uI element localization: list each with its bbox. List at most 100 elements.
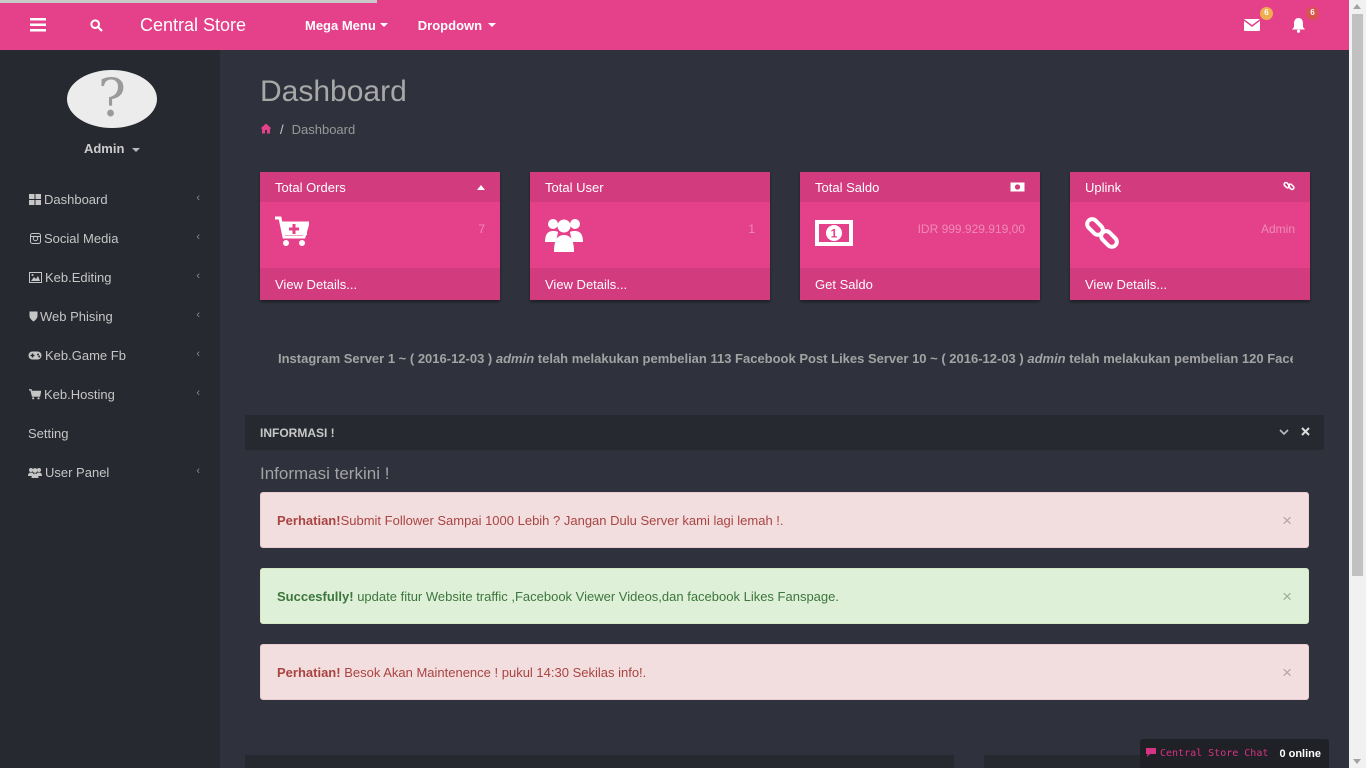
card-value: Admin	[1260, 222, 1295, 236]
user-dropdown[interactable]: Admin	[0, 141, 224, 156]
sidebar-toggle-button[interactable]	[9, 0, 67, 50]
scrollbar-thumb[interactable]	[1352, 14, 1363, 576]
mega-menu-dropdown[interactable]: Mega Menu	[305, 18, 388, 33]
envelope-icon	[1244, 19, 1260, 31]
get-saldo-link[interactable]: Get Saldo	[800, 268, 1040, 300]
sidebar-item-keb-editing[interactable]: Keb.Editing ‹	[0, 258, 220, 297]
sidebar-nav: Dashboard ‹ Social Media ‹ Keb.Editing ‹…	[0, 180, 220, 492]
chat-bubble-icon	[1146, 747, 1156, 760]
sidebar-item-label: Keb.Hosting	[44, 387, 115, 402]
card-value: IDR 999.929.919,00	[917, 222, 1025, 236]
card-value: 1	[748, 222, 755, 236]
cart-icon	[28, 389, 42, 400]
view-details-link[interactable]: View Details...	[530, 268, 770, 300]
sidebar-item-user-panel[interactable]: User Panel ‹	[0, 453, 220, 492]
scroll-down-arrow-icon[interactable]	[1353, 759, 1361, 764]
marquee-text: telah melakukan pembelian 113 Facebook P…	[534, 351, 1028, 366]
card-title: Uplink	[1085, 179, 1122, 195]
money-icon	[1010, 180, 1025, 195]
link-icon	[1283, 180, 1295, 195]
image-icon	[28, 272, 42, 283]
brand-title[interactable]: Central Store	[140, 15, 310, 36]
user-name: Admin	[83, 141, 125, 156]
notifications-badge: 6	[1306, 7, 1319, 20]
chain-link-icon	[1085, 216, 1119, 253]
cart-plus-icon	[275, 216, 310, 251]
avatar[interactable]: ?	[67, 70, 157, 128]
alert-close-button[interactable]: ×	[1282, 587, 1292, 607]
sidebar-item-social-media[interactable]: Social Media ‹	[0, 219, 220, 258]
collapse-chevron-icon[interactable]	[1279, 425, 1289, 439]
card-body: 1 IDR 999.929.919,00	[800, 202, 1040, 268]
close-panel-icon[interactable]	[1301, 425, 1310, 439]
sidebar-item-keb-hosting[interactable]: Keb.Hosting ‹	[0, 375, 220, 414]
marquee-user: admin	[495, 351, 535, 366]
alert-close-button[interactable]: ×	[1282, 663, 1292, 683]
card-title: Total Orders	[275, 179, 346, 195]
page-title: Dashboard	[260, 75, 407, 108]
search-button[interactable]	[67, 0, 125, 50]
users-icon	[545, 216, 583, 255]
caret-down-icon	[488, 23, 497, 27]
marquee-text: telah melakukan pembelian 120 Facebook	[1069, 351, 1293, 366]
dropdown-label: Dropdown	[417, 17, 483, 33]
info-subtitle: Informasi terkini !	[260, 464, 390, 483]
alert-message: Perhatian! Besok Akan Maintenence ! puku…	[277, 665, 646, 680]
sidebar-item-keb-game-fb[interactable]: Keb.Game Fb ‹	[0, 336, 220, 375]
messages-button[interactable]: 6	[1241, 7, 1273, 36]
breadcrumb: / Dashboard	[260, 122, 355, 137]
card-body: 1	[530, 202, 770, 268]
gamepad-icon	[28, 351, 42, 360]
caret-down-icon	[132, 147, 141, 152]
alert-text: Besok Akan Maintenence ! pukul 14:30 Sek…	[340, 664, 647, 680]
sidebar-item-label: User Panel	[45, 465, 110, 480]
total-user-card: Total User 1 View Details...	[530, 172, 770, 300]
alert-danger: Perhatian!Submit Follower Sampai 1000 Le…	[260, 492, 1309, 548]
card-header: Uplink	[1070, 172, 1310, 202]
sidebar-item-dashboard[interactable]: Dashboard ‹	[0, 180, 220, 219]
sidebar-item-label: Web Phising	[40, 309, 113, 324]
svg-text:1: 1	[831, 227, 838, 241]
home-icon[interactable]	[260, 122, 272, 137]
topbar-right: 6 6	[1241, 0, 1319, 50]
chat-widget[interactable]: Central Store Chat 0 online	[1140, 739, 1329, 768]
panel-tools	[1279, 425, 1310, 439]
mega-menu-label: Mega Menu	[305, 17, 376, 33]
hamburger-icon	[30, 18, 46, 32]
view-details-link[interactable]: View Details...	[260, 268, 500, 300]
chevron-left-icon: ‹	[196, 309, 200, 321]
stat-cards: Total Orders 7 View Details... Total Use…	[260, 172, 1310, 300]
sidebar-item-web-phising[interactable]: Web Phising ‹	[0, 297, 220, 336]
caret-down-icon	[379, 23, 388, 27]
sidebar-item-label: Keb.Game Fb	[45, 348, 126, 363]
page-loading-bar	[0, 0, 377, 3]
marquee-user: admin	[1027, 351, 1066, 366]
total-orders-card: Total Orders 7 View Details...	[260, 172, 500, 300]
chevron-left-icon: ‹	[196, 348, 200, 360]
alert-close-button[interactable]: ×	[1282, 511, 1292, 531]
chevron-left-icon: ‹	[196, 192, 200, 204]
card-body: 7	[260, 202, 500, 268]
alert-success: Succesfully! update fitur Website traffi…	[260, 568, 1309, 624]
alert-strong: Succesfully!	[277, 588, 354, 604]
info-panel-header: INFORMASI !	[245, 415, 1324, 450]
th-large-icon	[28, 194, 42, 205]
main-content: Dashboard / Dashboard Total Orders 7 Vie…	[220, 50, 1349, 768]
shield-icon	[28, 311, 38, 322]
caret-up-icon[interactable]	[477, 184, 485, 190]
dropdown-menu[interactable]: Dropdown	[417, 17, 497, 33]
chevron-left-icon: ‹	[196, 270, 200, 282]
sidebar: ? Admin Dashboard ‹ Social Media ‹ Keb.E…	[0, 50, 220, 768]
scroll-up-arrow-icon[interactable]	[1353, 4, 1361, 9]
sidebar-item-setting[interactable]: Setting	[0, 414, 220, 453]
messages-badge: 6	[1260, 7, 1273, 20]
sidebar-item-label: Social Media	[44, 231, 119, 246]
search-icon	[89, 18, 103, 32]
page-scrollbar[interactable]	[1349, 0, 1366, 768]
chevron-left-icon: ‹	[196, 231, 200, 243]
uplink-card: Uplink Admin View Details...	[1070, 172, 1310, 300]
top-navbar: Central Store Mega Menu Dropdown 6 6	[0, 0, 1349, 50]
notifications-button[interactable]: 6	[1287, 7, 1319, 36]
view-details-link[interactable]: View Details...	[1070, 268, 1310, 300]
money-bill-icon: 1	[815, 220, 853, 249]
